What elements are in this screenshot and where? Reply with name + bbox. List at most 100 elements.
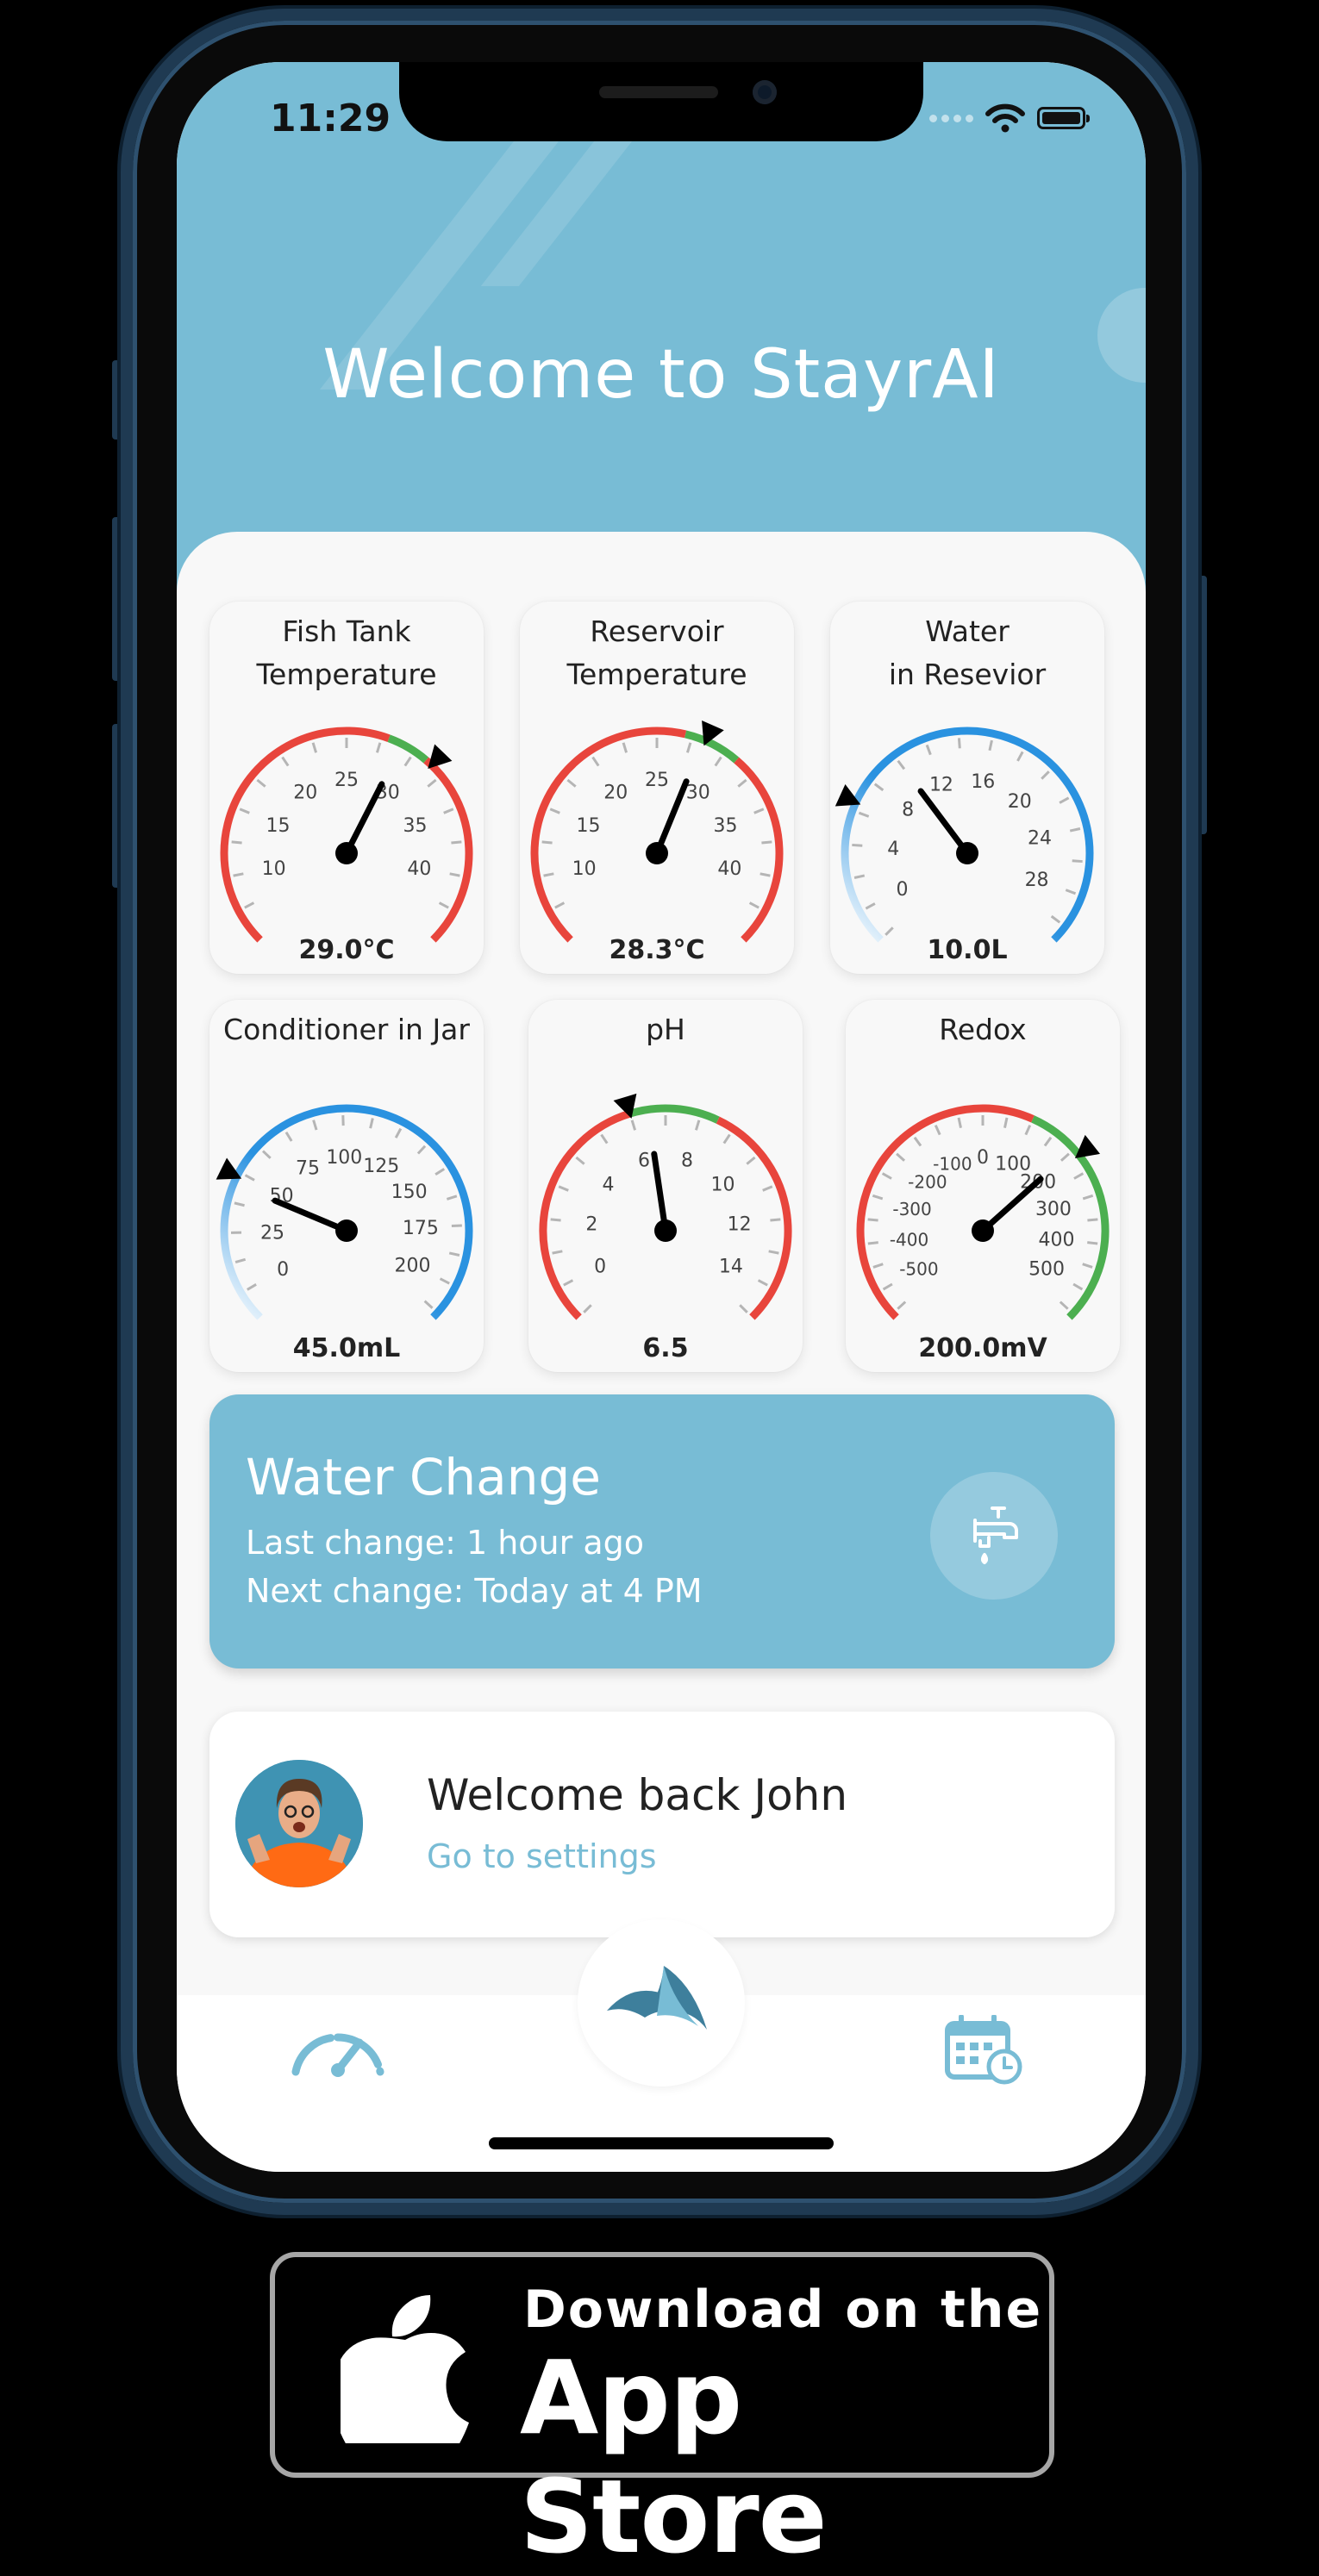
gauge-value: 29.0°C — [298, 935, 394, 965]
gauge-value: 28.3°C — [609, 935, 704, 965]
gauge-tick — [313, 743, 316, 752]
gauge-tick-label: 8 — [681, 1151, 693, 1172]
gauge-tick — [868, 1219, 878, 1220]
gauge-tick-label: 15 — [266, 815, 291, 837]
gauge-value: 200.0mV — [918, 1333, 1047, 1363]
user-card[interactable]: Welcome back John Go to settings — [209, 1712, 1115, 1937]
stayrai-logo-icon — [603, 1949, 724, 2043]
gauge-tick — [396, 1129, 401, 1138]
gauge-tick — [234, 874, 244, 876]
gauge-tick — [866, 903, 875, 908]
gauge-tick — [234, 1203, 245, 1206]
gauge-tick — [418, 1146, 425, 1154]
gauge-tick — [990, 740, 992, 751]
gauge-tick — [1073, 1284, 1082, 1289]
gauge-tick — [1087, 1243, 1097, 1244]
nav-home-button[interactable] — [578, 1919, 745, 2086]
speaker — [599, 86, 718, 98]
gauge-tick-label: 175 — [403, 1218, 439, 1239]
gauge-needle-hub — [335, 842, 358, 864]
app-store-line2: App Store — [520, 2338, 1049, 2576]
gauge-tick-label: 20 — [603, 782, 628, 803]
gauge-range-arc — [630, 1108, 718, 1120]
gauge-card[interactable]: Waterin Resevior048121620242810.0L — [830, 602, 1104, 974]
gauge-card[interactable]: pH024681012146.5 — [528, 1000, 803, 1372]
gauge-tick — [544, 874, 554, 876]
gauge-tick-label: 28 — [1025, 870, 1049, 891]
gauge-tick-label: 2 — [585, 1214, 597, 1236]
gauge-tick — [854, 876, 865, 878]
gauge-tick — [542, 842, 553, 843]
gauge-tick — [875, 784, 884, 790]
gauge-tick-label: 10 — [572, 858, 597, 880]
gauge-tick — [885, 927, 892, 934]
gauge-tick — [687, 743, 690, 752]
gauge-tick — [450, 874, 460, 876]
gauge-tick — [435, 1169, 444, 1174]
gauge-tick-label: 0 — [977, 1147, 989, 1169]
gauge-tick — [754, 809, 764, 814]
gauge-tick-label: 25 — [645, 770, 669, 791]
welcome-back-text: Welcome back John — [427, 1770, 847, 1820]
gauge-tick — [884, 1284, 892, 1289]
gauge-card[interactable]: ReservoirTemperature1015202530354028.3°C — [520, 602, 794, 974]
gauge-dial: 1015202530354028.3°C — [520, 602, 794, 974]
faucet-icon — [963, 1501, 1025, 1570]
gauge-tick-label: 125 — [363, 1156, 399, 1177]
gauge-tick — [584, 1305, 591, 1312]
gauge-tick-label: 10 — [262, 858, 286, 880]
gauge-tick — [425, 1301, 433, 1308]
gauge-value: 6.5 — [642, 1333, 688, 1363]
gauge-tick — [1072, 861, 1083, 862]
gauge-tick-label: 300 — [1035, 1199, 1072, 1220]
gauge-marker — [428, 745, 452, 769]
gauge-tick — [897, 1154, 904, 1161]
gauge-tick — [245, 903, 254, 908]
go-to-settings-link[interactable]: Go to settings — [427, 1837, 657, 1875]
apple-icon — [341, 2292, 470, 2443]
gauge-tick — [1045, 1138, 1051, 1146]
gauge-tick — [240, 809, 249, 814]
gauge-range-arc — [224, 1108, 469, 1317]
gauge-tick-label: 150 — [391, 1182, 428, 1203]
water-change-button[interactable] — [930, 1472, 1058, 1600]
gauge-tick — [283, 758, 289, 766]
water-change-title: Water Change — [246, 1448, 601, 1506]
gauge-tick — [602, 1135, 608, 1144]
gauge-tick — [770, 1219, 780, 1220]
notch — [399, 62, 923, 141]
gauge-tick-label: -400 — [890, 1230, 928, 1251]
gauge-tick — [441, 1279, 450, 1283]
last-change-text: Last change: 1 hour ago — [246, 1524, 644, 1562]
gauge-tick — [1087, 1219, 1097, 1220]
gauge-value: 45.0mL — [293, 1333, 400, 1363]
gauge-icon[interactable] — [289, 2017, 387, 2077]
gauge-card[interactable]: Redox-500-400-300-200-100010020030040050… — [846, 1000, 1120, 1372]
calendar-clock-icon[interactable] — [944, 2015, 1023, 2086]
gauge-tick — [883, 1174, 891, 1179]
app-store-badge[interactable]: Download on the App Store — [270, 2252, 1054, 2478]
gauge-tick-label: 35 — [713, 815, 737, 837]
gauge-tick — [1061, 1154, 1069, 1161]
gauge-needle — [654, 1154, 666, 1231]
gauge-tick — [696, 1120, 698, 1130]
gauge-card[interactable]: Fish TankTemperature1015202530354029.0°C — [209, 602, 484, 974]
gauge-tick-label: 400 — [1038, 1230, 1074, 1251]
water-change-card[interactable]: Water Change Last change: 1 hour ago Nex… — [209, 1394, 1115, 1668]
gauge-needle — [921, 791, 967, 853]
status-icons — [929, 103, 1085, 133]
gauge-tick-label: 12 — [929, 774, 953, 795]
gauge-tick — [761, 842, 772, 843]
gauge-tick — [872, 1195, 882, 1199]
gauge-dial: 025507510012515017520045.0mL — [209, 1000, 484, 1372]
gauge-tick — [444, 809, 453, 814]
gauge-tick — [257, 780, 265, 787]
gauge-tick — [550, 809, 559, 814]
status-time: 11:29 — [270, 97, 391, 140]
gauge-tick — [740, 1305, 747, 1312]
gauge-tick — [959, 1118, 961, 1128]
gauge-card[interactable]: Conditioner in Jar0255075100125150175200… — [209, 1000, 484, 1372]
gauge-tick — [1041, 771, 1048, 778]
gauge-tick-label: 0 — [594, 1257, 606, 1278]
gauge-tick — [1083, 1264, 1092, 1268]
